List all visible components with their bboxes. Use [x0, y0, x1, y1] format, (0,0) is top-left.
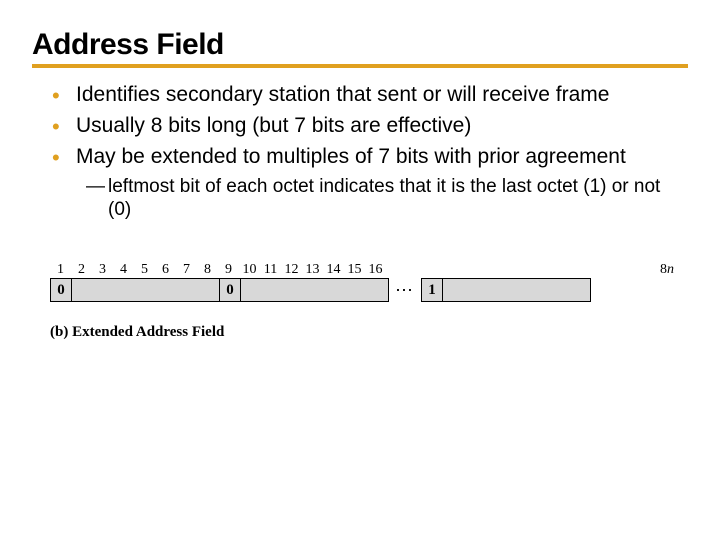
octet-row: 0 0 ⋯ 1 — [50, 278, 678, 302]
bit-label: 13 — [302, 262, 323, 278]
sub-bullet-list: leftmost bit of each octet indicates tha… — [76, 175, 688, 223]
bullet-item: Usually 8 bits long (but 7 bits are effe… — [60, 113, 688, 140]
last-bit-label: 8n — [660, 262, 678, 278]
bit-labels-octet-2: 9 10 11 12 13 14 15 16 — [218, 262, 386, 278]
last-bit-n: n — [667, 262, 674, 277]
octet-body — [241, 279, 388, 301]
bit-label: 4 — [113, 262, 134, 278]
octet-body — [443, 279, 590, 301]
octet-box-last: 1 — [421, 278, 591, 302]
bit-label: 16 — [365, 262, 386, 278]
bit-label: 1 — [50, 262, 71, 278]
bullet-item: Identifies secondary station that sent o… — [60, 82, 688, 109]
caption-label: (b) — [50, 324, 68, 340]
last-bit-8: 8 — [660, 262, 667, 277]
octet-box-1: 0 — [50, 278, 220, 302]
continuation-bit: 0 — [220, 279, 241, 301]
bullet-item: May be extended to multiples of 7 bits w… — [60, 144, 688, 222]
bit-label: 9 — [218, 262, 239, 278]
continuation-bit: 1 — [422, 279, 443, 301]
figure-caption: (b) Extended Address Field — [50, 324, 678, 341]
bit-label: 12 — [281, 262, 302, 278]
sub-bullet-item: leftmost bit of each octet indicates tha… — [88, 175, 688, 223]
bit-number-row: 1 2 3 4 5 6 7 8 9 10 11 12 13 14 15 16 8… — [50, 262, 678, 278]
bit-label: 11 — [260, 262, 281, 278]
bit-label: 2 — [71, 262, 92, 278]
continuation-bit: 0 — [51, 279, 72, 301]
caption-text: Extended Address Field — [72, 324, 224, 340]
bit-label: 3 — [92, 262, 113, 278]
octet-body — [72, 279, 219, 301]
address-diagram: 1 2 3 4 5 6 7 8 9 10 11 12 13 14 15 16 8… — [32, 262, 688, 341]
bullet-list: Identifies secondary station that sent o… — [32, 82, 688, 222]
bit-label: 10 — [239, 262, 260, 278]
bit-label: 7 — [176, 262, 197, 278]
bit-label: 15 — [344, 262, 365, 278]
title-underline — [32, 64, 688, 68]
slide-title: Address Field — [32, 28, 688, 62]
bit-labels-octet-1: 1 2 3 4 5 6 7 8 — [50, 262, 218, 278]
bit-label: 8 — [197, 262, 218, 278]
bullet-text: May be extended to multiples of 7 bits w… — [76, 145, 626, 168]
bit-label: 6 — [155, 262, 176, 278]
octet-box-2: 0 — [220, 278, 389, 302]
bit-label: 5 — [134, 262, 155, 278]
bit-label: 14 — [323, 262, 344, 278]
ellipsis-icon: ⋯ — [389, 280, 421, 301]
